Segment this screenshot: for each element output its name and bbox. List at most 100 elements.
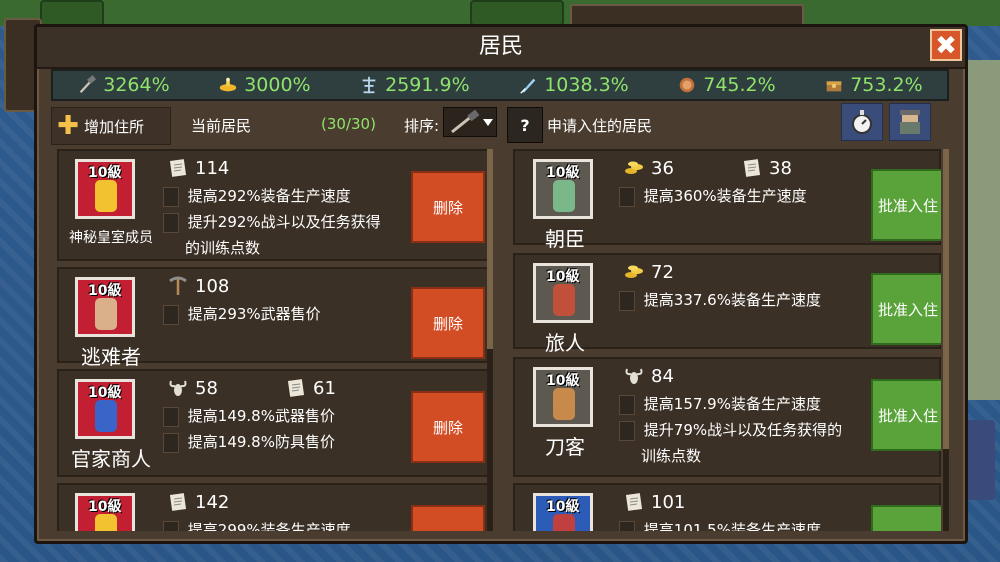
- level-badge: 10級: [88, 165, 122, 181]
- stats-bar: 3264% 3000% 2591.9% 1038.3% 745.2% 753.2…: [51, 69, 949, 101]
- resident-portrait[interactable]: 10級: [533, 159, 593, 219]
- sort-dropdown[interactable]: [443, 107, 497, 137]
- help-button[interactable]: ?: [507, 107, 543, 143]
- timer-filter-button[interactable]: [841, 103, 883, 141]
- preference-item: 72: [623, 261, 674, 283]
- add-housing-button[interactable]: ✚ 增加住所: [51, 107, 171, 145]
- scroll-icon: [167, 157, 191, 179]
- quill-icon: [163, 406, 179, 427]
- window-title: 居民: [478, 34, 523, 59]
- residents-window: 居民 ✖ 3264% 3000% 2591.9% 1038.3% 745.2% …: [34, 24, 968, 544]
- delete-button[interactable]: 删除: [411, 505, 485, 531]
- preference-item: 61: [285, 377, 336, 399]
- delete-button[interactable]: 删除: [411, 171, 485, 243]
- preference-value: 58: [195, 377, 218, 399]
- preference-value: 61: [313, 377, 336, 399]
- preference-value: 36: [651, 157, 674, 179]
- resident-sprite: [553, 284, 575, 316]
- resident-card: 10級 101 提高101.5%装备生产速度 批准入住: [513, 483, 941, 531]
- resident-sprite: [95, 298, 117, 330]
- resident-sprite: [553, 388, 575, 420]
- resident-name: 朝臣: [545, 227, 585, 251]
- effect-line: 提升292%战斗以及任务获得: [163, 211, 381, 233]
- preference-value: 114: [195, 157, 230, 179]
- shield-coin-icon: [677, 75, 697, 95]
- delete-button[interactable]: 删除: [411, 287, 485, 359]
- level-badge: 10級: [546, 373, 580, 389]
- pickaxe-icon: [167, 275, 191, 297]
- approve-button[interactable]: 批准入住: [871, 169, 941, 241]
- effect-line: 提高293%武器售价: [163, 303, 321, 325]
- resident-filter-button[interactable]: [889, 103, 931, 141]
- hammer-icon: [619, 520, 635, 531]
- preference-value: 142: [195, 491, 230, 513]
- effect-text: 提高293%武器售价: [187, 305, 321, 323]
- delete-button[interactable]: 删除: [411, 391, 485, 463]
- hammer-icon: [163, 186, 179, 207]
- resident-card: 10級 142 提高299%装备生产速度 删除: [57, 483, 493, 531]
- resident-portrait[interactable]: 10級: [533, 493, 593, 531]
- stat-value: 753.2%: [850, 74, 923, 96]
- resident-portrait[interactable]: 10級: [75, 159, 135, 219]
- left-scrollbar[interactable]: [487, 149, 493, 531]
- approve-button[interactable]: 批准入住: [871, 379, 941, 451]
- effect-text: 提高360%装备生产速度: [643, 187, 807, 205]
- current-residents-list[interactable]: 10級 神秘皇室成员 114 提高292%装备生产速度 提升292%战斗以及任务…: [57, 149, 493, 531]
- stat-1: 3000%: [218, 74, 311, 96]
- person-icon: [900, 110, 920, 134]
- resident-portrait[interactable]: 10級: [533, 263, 593, 323]
- effect-text: 的训练点数: [185, 239, 261, 257]
- resident-name: 官家商人: [71, 447, 151, 471]
- effect-line: 训练点数: [641, 445, 701, 466]
- coins-icon: [623, 157, 647, 179]
- shield-coin-icon: [163, 432, 179, 453]
- preference-item: 101: [623, 491, 685, 513]
- effect-line: 提高337.6%装备生产速度: [619, 289, 821, 311]
- level-badge: 10級: [88, 385, 122, 401]
- effect-text: 提高149.8%武器售价: [187, 407, 335, 425]
- resident-sprite: [95, 514, 117, 531]
- scroll-icon: [623, 491, 647, 513]
- effect-line: 提高157.9%装备生产速度: [619, 393, 821, 415]
- resident-card: 10級 逃难者 108 提高293%武器售价 删除: [57, 267, 493, 369]
- stat-4: 745.2%: [677, 74, 776, 96]
- window-titlebar: 居民 ✖: [37, 27, 965, 69]
- approve-button[interactable]: 批准入住: [871, 505, 941, 531]
- preference-item: 142: [167, 491, 229, 513]
- effect-text: 训练点数: [641, 447, 702, 465]
- training-icon: [619, 420, 635, 441]
- stat-2: 2591.9%: [359, 74, 470, 96]
- effect-line: 的训练点数: [185, 237, 260, 258]
- scroll-icon: [285, 377, 309, 399]
- effect-text: 提高337.6%装备生产速度: [643, 291, 821, 309]
- resident-portrait[interactable]: 10級: [75, 493, 135, 531]
- training-icon: [163, 212, 179, 233]
- resident-card: 10級 朝臣 36 38 提高360%装备生产速度 批准入住: [513, 149, 941, 251]
- resident-portrait[interactable]: 10級: [75, 379, 135, 439]
- chest-icon: [824, 75, 844, 95]
- stat-value: 1038.3%: [544, 74, 629, 96]
- resident-card: 10級 神秘皇室成员 114 提高292%装备生产速度 提升292%战斗以及任务…: [57, 149, 493, 261]
- close-button[interactable]: ✖: [930, 29, 962, 61]
- chevron-down-icon: [483, 119, 493, 126]
- stat-value: 745.2%: [703, 74, 776, 96]
- stopwatch-icon: [852, 110, 872, 134]
- resident-portrait[interactable]: 10級: [75, 277, 135, 337]
- resident-name: 逃难者: [81, 345, 141, 369]
- resident-card: 10級 旅人 72 提高337.6%装备生产速度 批准入住: [513, 253, 941, 355]
- preference-value: 108: [195, 275, 230, 297]
- resident-portrait[interactable]: 10級: [533, 367, 593, 427]
- level-badge: 10級: [88, 499, 122, 515]
- approve-button[interactable]: 批准入住: [871, 273, 941, 345]
- preference-item: 114: [167, 157, 229, 179]
- resident-card: 10級 官家商人 58 61 提高149.8%武器售价 提高149.8%防具售价…: [57, 369, 493, 477]
- effect-line: 提高149.8%武器售价: [163, 405, 335, 427]
- applicants-list[interactable]: 10級 朝臣 36 38 提高360%装备生产速度 批准入住 10級 旅人 72…: [513, 149, 941, 531]
- right-scrollbar[interactable]: [943, 149, 949, 531]
- level-badge: 10級: [546, 165, 580, 181]
- effect-text: 提高101.5%装备生产速度: [643, 521, 821, 531]
- training-icon: [359, 75, 379, 95]
- scroll-icon: [741, 157, 765, 179]
- hammer-icon: [77, 75, 97, 95]
- effect-text: 提升292%战斗以及任务获得: [187, 213, 381, 231]
